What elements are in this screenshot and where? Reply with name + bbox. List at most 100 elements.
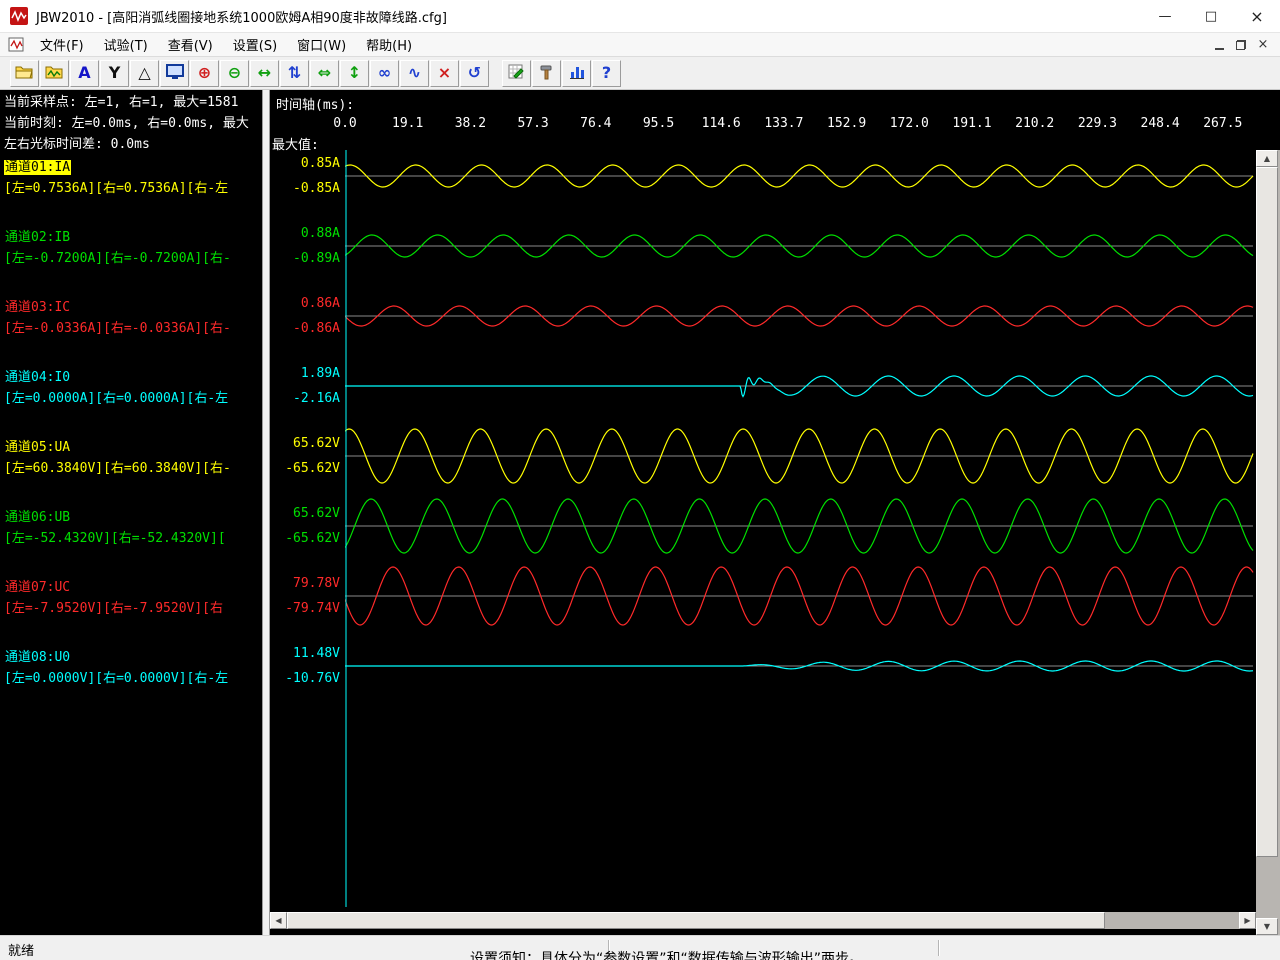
max-label-U0: 11.48V: [270, 646, 340, 661]
min-label-IC: -0.86A: [270, 321, 340, 336]
channel-label-text: 通道01:IA: [4, 160, 71, 175]
channel-label-5[interactable]: 通道05:UA: [4, 436, 71, 455]
folder-data-icon: [45, 64, 64, 83]
max-label-UB: 65.62V: [270, 506, 340, 521]
window-title: JBW2010 - [高阳消弧线圈接地系统1000欧姆A相90度非故障线路.cf…: [36, 7, 447, 26]
scroll-right-button[interactable]: ▶: [1239, 912, 1256, 929]
toolbar-separator: [490, 60, 502, 87]
document-icon: [8, 37, 24, 52]
menu-item-window[interactable]: 窗口(W): [287, 32, 356, 57]
tools-button[interactable]: [532, 60, 561, 87]
scroll-left-button[interactable]: ◀: [270, 912, 287, 929]
help-icon: ?: [602, 65, 611, 81]
channel-label-text: 通道07:UC: [4, 580, 71, 595]
cursor-info-lines: 当前采样点: 左=1, 右=1, 最大=1581当前时刻: 左=0.0ms, 右…: [4, 92, 249, 155]
open-file-button[interactable]: [10, 60, 39, 87]
main-content: 当前采样点: 左=1, 右=1, 最大=1581当前时刻: 左=0.0ms, 右…: [0, 90, 1280, 935]
bar-chart-icon: [568, 64, 586, 83]
display-button[interactable]: [160, 60, 189, 87]
time-tick: 172.0: [890, 116, 929, 131]
compress-h-button[interactable]: ↔: [250, 60, 279, 87]
undo-button[interactable]: ↺: [460, 60, 489, 87]
link-cursor-button[interactable]: ∞: [370, 60, 399, 87]
time-tick-row: 0.019.138.257.376.495.5114.6133.7152.917…: [270, 116, 1270, 132]
expand-v-button[interactable]: ↕: [340, 60, 369, 87]
channel-values-4: [左=0.0000A][右=0.0000A][右-左: [4, 387, 262, 406]
menu-item-file[interactable]: 文件(F): [30, 32, 94, 57]
close-button[interactable]: ×: [1234, 0, 1280, 32]
expand-h-button[interactable]: ⇔: [310, 60, 339, 87]
phasor-y-icon: Y: [109, 65, 121, 81]
letter-a-icon: A: [78, 65, 90, 81]
zoom-in-button[interactable]: ⊕: [190, 60, 219, 87]
max-label-IB: 0.88A: [270, 226, 340, 241]
min-label-UB: -65.62V: [270, 531, 340, 546]
v-scroll-thumb[interactable]: [1256, 167, 1278, 857]
zoom-in-circle-icon: ⊕: [198, 65, 211, 81]
expand-horizontal-icon: ⇔: [318, 65, 331, 81]
h-scroll-track[interactable]: [287, 912, 1239, 929]
help-button[interactable]: ?: [592, 60, 621, 87]
max-label-I0: 1.89A: [270, 366, 340, 381]
panel-splitter[interactable]: [262, 90, 270, 935]
horizontal-scrollbar[interactable]: ◀ ▶: [270, 912, 1256, 929]
undo-icon: ↺: [468, 65, 481, 81]
zoom-out-button[interactable]: ⊖: [220, 60, 249, 87]
channel-label-1[interactable]: 通道01:IA: [4, 156, 71, 175]
triangle-button[interactable]: △: [130, 60, 159, 87]
time-tick: 19.1: [392, 116, 423, 131]
title-bar: JBW2010 - [高阳消弧线圈接地系统1000欧姆A相90度非故障线路.cf…: [0, 0, 1280, 33]
min-label-UA: -65.62V: [270, 461, 340, 476]
edit-params-button[interactable]: [502, 60, 531, 87]
info-line-1: 当前采样点: 左=1, 右=1, 最大=1581: [4, 92, 249, 113]
status-divider: [938, 940, 940, 956]
max-label-IA: 0.85A: [270, 156, 340, 171]
menu-item-test[interactable]: 试验(T): [94, 32, 158, 57]
menu-item-view[interactable]: 查看(V): [158, 32, 223, 57]
channel-label-2[interactable]: 通道02:IB: [4, 226, 71, 245]
mdi-window-controls: ×: [1208, 36, 1274, 54]
channel-values-1: [左=0.7536A][右=0.7536A][右-左: [4, 177, 262, 196]
mdi-restore-button[interactable]: [1230, 36, 1252, 54]
menu-item-help[interactable]: 帮助(H): [356, 32, 422, 57]
open-data-button[interactable]: [40, 60, 69, 87]
v-scroll-track[interactable]: [1256, 167, 1280, 918]
scroll-up-button[interactable]: ▲: [1256, 150, 1278, 167]
font-button[interactable]: A: [70, 60, 99, 87]
folder-open-icon: [15, 64, 34, 83]
channel-label-text: 通道04:I0: [4, 370, 71, 385]
max-label-UC: 79.78V: [270, 576, 340, 591]
compress-horizontal-icon: ↔: [258, 65, 271, 81]
delete-x-icon: ×: [438, 65, 451, 81]
time-tick: 95.5: [643, 116, 674, 131]
maximize-button[interactable]: □: [1188, 0, 1234, 32]
min-label-IA: -0.85A: [270, 181, 340, 196]
zoom-out-circle-icon: ⊖: [228, 65, 241, 81]
channel-label-6[interactable]: 通道06:UB: [4, 506, 71, 525]
harmonics-button[interactable]: [562, 60, 591, 87]
channel-label-text: 通道08:U0: [4, 650, 71, 665]
minimize-button[interactable]: —: [1142, 0, 1188, 32]
window-controls: —□×: [1142, 0, 1280, 32]
max-label-UA: 65.62V: [270, 436, 340, 451]
time-tick: 133.7: [764, 116, 803, 131]
menu-items: 文件(F)试验(T)查看(V)设置(S)窗口(W)帮助(H): [30, 32, 422, 57]
scroll-down-button[interactable]: ▼: [1256, 918, 1278, 935]
channel-label-4[interactable]: 通道04:I0: [4, 366, 71, 385]
time-tick: 267.5: [1203, 116, 1242, 131]
phasor-button[interactable]: Y: [100, 60, 129, 87]
mdi-minimize-button[interactable]: [1208, 36, 1230, 54]
vertical-scrollbar[interactable]: ▲ ▼: [1256, 150, 1280, 935]
time-tick: 248.4: [1141, 116, 1180, 131]
channel-label-7[interactable]: 通道07:UC: [4, 576, 71, 595]
mdi-close-button[interactable]: ×: [1252, 36, 1274, 54]
menu-item-settings[interactable]: 设置(S): [223, 32, 287, 57]
channel-label-8[interactable]: 通道08:U0: [4, 646, 71, 665]
delete-button[interactable]: ×: [430, 60, 459, 87]
sine-wave-button[interactable]: ∿: [400, 60, 429, 87]
cursor-move-button[interactable]: ⇅: [280, 60, 309, 87]
channel-label-3[interactable]: 通道03:IC: [4, 296, 71, 315]
min-label-I0: -2.16A: [270, 391, 340, 406]
max-label-IC: 0.86A: [270, 296, 340, 311]
h-scroll-thumb[interactable]: [287, 912, 1105, 929]
